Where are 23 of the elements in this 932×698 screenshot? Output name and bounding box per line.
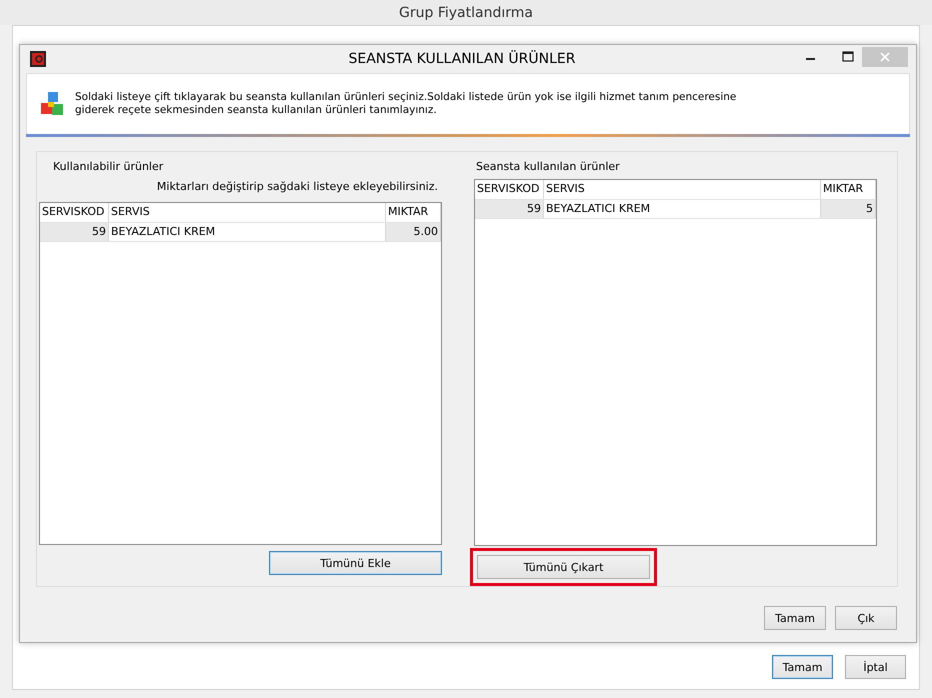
- panel-label: Kullanılabilir ürünler: [52, 159, 164, 174]
- column-header[interactable]: SERVIS: [544, 180, 821, 199]
- column-header[interactable]: MIKTAR: [386, 203, 441, 222]
- column-header[interactable]: SERVISKOD: [475, 180, 544, 199]
- add-all-button[interactable]: Tümünü Ekle: [269, 551, 442, 575]
- hint-text: Miktarları değiştirip sağdaki listeye ekleyebilirsiniz.: [156, 179, 439, 195]
- instruction-text: Soldaki listeye çift tıklayarak bu seansta kullanılan ürünleri seçiniz.Soldaki listede ürün yok ise ilgili hizmet tanım penceresine giderek reçete sekmesinden seansta kullanılan ürünleri tanımlayınız.: [75, 91, 738, 118]
- app-icon: [30, 51, 46, 68]
- window-title: Grup Fiyatlandırma: [399, 4, 533, 20]
- ok-button[interactable]: Tamam: [764, 606, 826, 630]
- table-cell: 59: [40, 223, 109, 241]
- column-header[interactable]: SERVIS: [109, 203, 386, 222]
- panel-label: Seansta kullanılan ürünler: [475, 159, 621, 174]
- remove-all-button[interactable]: Tümünü Çıkart: [477, 555, 650, 579]
- exit-button[interactable]: Çık: [835, 606, 897, 630]
- dialog-title: SEANSTA KULLANILAN ÜRÜNLER: [347, 51, 576, 68]
- ok-button[interactable]: Tamam: [772, 655, 833, 679]
- column-header[interactable]: MIKTAR: [821, 180, 876, 199]
- cancel-button[interactable]: İptal: [845, 655, 906, 679]
- table-cell: 5.00: [386, 223, 441, 241]
- table-cell: 59: [475, 200, 544, 218]
- table-cell: 5: [821, 200, 876, 218]
- column-header[interactable]: SERVISKOD: [40, 203, 109, 222]
